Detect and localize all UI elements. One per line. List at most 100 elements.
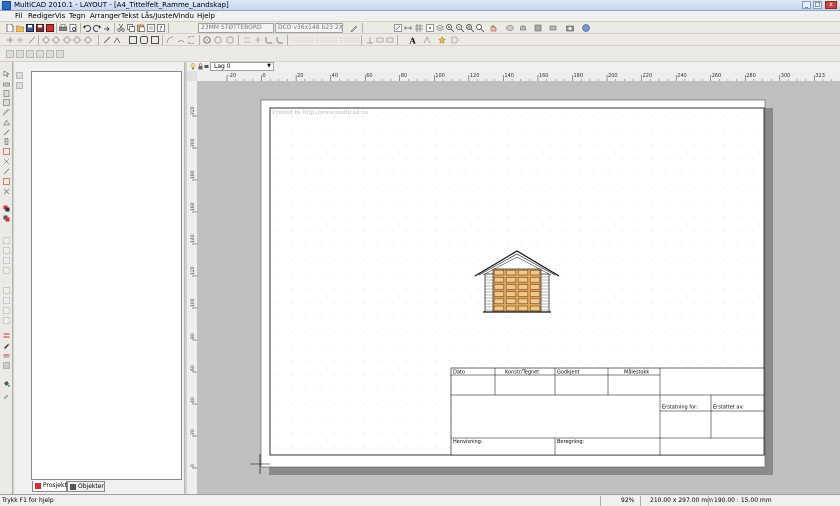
layer-manager-icon[interactable] xyxy=(3,205,10,212)
window-tool-icon[interactable] xyxy=(3,99,10,106)
fillet-tool-icon[interactable] xyxy=(265,36,273,44)
group-icon[interactable] xyxy=(3,215,10,222)
open-folder-icon[interactable] xyxy=(16,24,24,32)
3d-view-icon[interactable] xyxy=(506,24,514,32)
globe-icon[interactable] xyxy=(582,24,590,32)
beam-type-select[interactable]: DCO v36x148 b23 2X- xyxy=(275,23,343,33)
polyline-tool-icon[interactable] xyxy=(113,36,121,44)
circle-tool-icon[interactable] xyxy=(203,36,211,44)
trim-tool-icon[interactable] xyxy=(254,36,262,44)
grid-icon[interactable] xyxy=(415,24,423,32)
block-insert-icon[interactable] xyxy=(3,237,10,244)
project-tree[interactable] xyxy=(31,71,182,480)
arc-center-icon[interactable] xyxy=(188,36,196,44)
view-iso-icon[interactable] xyxy=(36,50,44,58)
fill-color-icon[interactable] xyxy=(3,362,10,369)
snap-point-icon[interactable] xyxy=(42,36,50,44)
maximize-button[interactable]: □ xyxy=(813,1,822,9)
block-attr-icon[interactable] xyxy=(3,267,10,274)
delete-tool-icon[interactable] xyxy=(3,188,10,195)
cut-icon[interactable] xyxy=(117,24,125,32)
menu-arranger[interactable]: Arranger xyxy=(90,12,121,20)
close-button[interactable]: x xyxy=(825,1,837,9)
room-tool-icon[interactable] xyxy=(3,158,10,165)
menu-las-juster[interactable]: Lås/Juster xyxy=(141,12,175,20)
line-color-icon[interactable] xyxy=(3,352,10,359)
beam-tool-icon[interactable] xyxy=(3,129,10,136)
chamfer-tool-icon[interactable] xyxy=(276,36,284,44)
pointer-tool-icon[interactable] xyxy=(6,36,14,44)
tag-icon[interactable] xyxy=(451,36,459,44)
line-style-icon[interactable] xyxy=(316,36,338,44)
arc-3pt-icon[interactable] xyxy=(177,36,185,44)
symbol-place-icon[interactable] xyxy=(3,297,10,304)
label-icon[interactable] xyxy=(386,36,394,44)
crosshair-icon[interactable] xyxy=(16,36,24,44)
settings-icon[interactable] xyxy=(549,24,557,32)
arc-tool-icon[interactable] xyxy=(166,36,174,44)
redo-icon[interactable] xyxy=(93,24,101,32)
view-layout-icon[interactable] xyxy=(56,50,64,58)
color-red-icon[interactable] xyxy=(3,332,10,339)
paste-icon[interactable] xyxy=(137,24,145,32)
wall-type-select[interactable]: 23MM STØTTEBORD xyxy=(198,23,274,33)
rectangle-rotated-icon[interactable] xyxy=(151,36,159,44)
lock-icon[interactable] xyxy=(198,63,203,70)
panel-collapse-icon[interactable] xyxy=(16,82,23,89)
circle-2pt-icon[interactable] xyxy=(214,36,222,44)
undo-icon[interactable] xyxy=(83,24,91,32)
menu-tekst[interactable]: Tekst xyxy=(121,12,139,20)
library-icon[interactable] xyxy=(534,24,542,32)
menu-vis[interactable]: Vis xyxy=(55,12,65,20)
menu-tegn[interactable]: Tegn xyxy=(69,12,85,20)
zoom-window-icon[interactable] xyxy=(466,24,474,32)
tab-objekter[interactable]: Objekter xyxy=(67,481,105,492)
symbol-rotate-icon[interactable] xyxy=(3,317,10,324)
new-file-icon[interactable] xyxy=(6,24,14,32)
pencil-icon[interactable] xyxy=(350,24,358,32)
roof-tool-icon[interactable] xyxy=(3,119,10,126)
snap-icon[interactable] xyxy=(426,24,434,32)
wall-tool-icon[interactable] xyxy=(3,81,10,88)
text-a-icon[interactable]: A xyxy=(409,36,417,44)
menu-fil[interactable]: Fil xyxy=(15,12,22,20)
view-section-icon[interactable] xyxy=(46,50,54,58)
hatch-pattern-icon[interactable] xyxy=(292,36,314,44)
redo-arrow-icon[interactable] xyxy=(103,24,111,32)
floor-tool-icon[interactable] xyxy=(3,148,10,155)
help-icon[interactable]: ? xyxy=(157,24,165,32)
symbol-icon[interactable] xyxy=(423,36,431,44)
menu-rediger[interactable]: Rediger xyxy=(28,12,55,20)
drawing-canvas[interactable]: -20 0 20 40 60 80 100 120 140 160 180 200 220 240 260 2… xyxy=(187,71,840,494)
panel-pin-icon[interactable] xyxy=(16,72,23,79)
rounded-rect-tool-icon[interactable] xyxy=(140,36,148,44)
select-tool-icon[interactable] xyxy=(3,70,10,77)
block-edit-icon[interactable] xyxy=(3,247,10,254)
line-weight-icon[interactable] xyxy=(340,36,360,44)
print-layer-icon[interactable] xyxy=(204,63,209,70)
zoom-out-icon[interactable] xyxy=(456,24,464,32)
line-tool-icon[interactable] xyxy=(103,36,111,44)
drawing-surface[interactable]: -20 0 20 40 60 80 100 120 140 160 180 200 220 240 260 2… xyxy=(187,71,840,494)
block-explode-icon[interactable] xyxy=(3,257,10,264)
pan-hand-icon[interactable] xyxy=(489,24,497,32)
dimension-icon[interactable] xyxy=(404,24,412,32)
view-side-icon[interactable] xyxy=(26,50,34,58)
lightbulb-icon[interactable] xyxy=(190,63,196,70)
view-front-icon[interactable] xyxy=(16,50,24,58)
symbol-edit-icon[interactable] xyxy=(3,307,10,314)
circle-3pt-icon[interactable] xyxy=(226,36,234,44)
dimension-tool-icon[interactable] xyxy=(3,168,10,175)
symbol-lib-icon[interactable] xyxy=(3,287,10,294)
column-tool-icon[interactable] xyxy=(3,138,10,145)
tab-prosjekt[interactable]: Prosjekt xyxy=(32,481,67,492)
attribute-icon[interactable] xyxy=(376,36,384,44)
layer-icon[interactable] xyxy=(436,24,444,32)
render-icon[interactable] xyxy=(519,24,527,32)
text-tool-icon[interactable] xyxy=(366,36,374,44)
camera-icon[interactable] xyxy=(566,24,574,32)
menu-vindu[interactable]: Vindu xyxy=(174,12,194,20)
offset-tool-icon[interactable] xyxy=(243,36,251,44)
snap-mid-icon[interactable] xyxy=(63,36,71,44)
save-icon[interactable] xyxy=(26,24,34,32)
